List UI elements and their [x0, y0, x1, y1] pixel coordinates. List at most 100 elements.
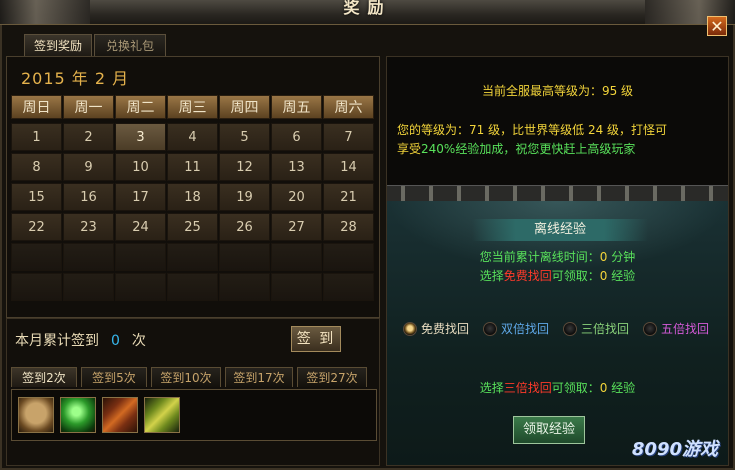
option-five[interactable]: 五倍找回	[643, 319, 709, 339]
calendar-day[interactable]: 20	[271, 183, 322, 211]
option-free[interactable]: 免费找回	[403, 319, 469, 339]
level-gap-value: 24	[587, 123, 604, 137]
site-watermark-logo: 8090游戏	[631, 439, 718, 460]
option-double[interactable]: 双倍找回	[483, 319, 549, 339]
weekday-header: 周二	[115, 95, 166, 119]
reward-tab-17[interactable]: 签到17次	[225, 367, 293, 387]
weekday-header: 周三	[167, 95, 218, 119]
player-level-prefix: 您的等级为：	[397, 123, 470, 137]
gold-token-icon[interactable]	[144, 397, 180, 433]
server-level-value: 95	[601, 84, 618, 98]
checkin-count: 0	[111, 333, 120, 349]
calendar-day[interactable]: 11	[167, 153, 218, 181]
calendar-empty-cell	[323, 273, 374, 301]
calendar-empty-cell	[167, 243, 218, 271]
calendar-day[interactable]: 17	[115, 183, 166, 211]
calendar-day[interactable]: 25	[167, 213, 218, 241]
calendar-day[interactable]: 3	[115, 123, 166, 151]
reward-tab-27[interactable]: 签到27次	[297, 367, 367, 387]
option-triple-label: 三倍找回	[581, 322, 630, 336]
triple-unit: 经验	[607, 381, 636, 395]
calendar-empty-cell	[63, 243, 114, 271]
radio-icon[interactable]	[643, 322, 657, 336]
server-level-text: 当前全服最高等级为：	[481, 84, 602, 98]
player-level-text: 您的等级为：71 级，比世界等级低 24 级，打怪可 享受240%经验加成，祝您更…	[397, 121, 718, 159]
option-double-label: 双倍找回	[501, 322, 550, 336]
reward-tab-10[interactable]: 签到10次	[151, 367, 221, 387]
server-max-level: 当前全服最高等级为：95 级	[387, 82, 728, 99]
calendar-empty-cell	[323, 243, 374, 271]
calendar-panel: 2015 年 2 月 周日 周一 周二 周三 周四 周五 周六 1 2 3 4 5 6 7 8 9 10 11 12…	[6, 56, 380, 318]
calendar-day[interactable]: 7	[323, 123, 374, 151]
calendar-day[interactable]: 5	[219, 123, 270, 151]
calendar-day[interactable]: 1	[11, 123, 62, 151]
radio-icon[interactable]	[563, 322, 577, 336]
calendar-empty-cell	[167, 273, 218, 301]
free-prefix: 选择	[479, 269, 504, 283]
calendar-empty-cell	[219, 273, 270, 301]
experience-panel: 当前全服最高等级为：95 级 您的等级为：71 级，比世界等级低 24 级，打怪…	[386, 56, 729, 466]
offline-time-unit: 分钟	[607, 250, 636, 264]
calendar-day[interactable]: 19	[219, 183, 270, 211]
calendar-day[interactable]: 18	[167, 183, 218, 211]
free-mid: 可领取：	[551, 269, 600, 283]
calendar-day[interactable]: 16	[63, 183, 114, 211]
calendar-empty-cell	[115, 273, 166, 301]
calendar-day[interactable]: 2	[63, 123, 114, 151]
offline-time-label: 您当前累计离线时间：	[479, 250, 600, 264]
calendar-day[interactable]: 21	[323, 183, 374, 211]
green-orb-icon[interactable]	[60, 397, 96, 433]
triple-prefix: 选择	[479, 381, 504, 395]
calendar-day[interactable]: 27	[271, 213, 322, 241]
option-five-label: 五倍找回	[661, 322, 710, 336]
calendar-day[interactable]: 10	[115, 153, 166, 181]
calendar-day[interactable]: 23	[63, 213, 114, 241]
bonus-prefix: 享受	[397, 142, 422, 156]
close-icon[interactable]: ✕	[707, 16, 727, 36]
offline-exp-title: 离线经验	[472, 219, 648, 241]
calendar-day[interactable]: 28	[323, 213, 374, 241]
calendar-day[interactable]: 14	[323, 153, 374, 181]
title-bar: 奖励	[0, 0, 735, 25]
free-word: 免费找回	[503, 269, 552, 283]
tab-redeem-gift[interactable]: 兑换礼包	[94, 34, 166, 56]
player-level-tail: 级，打怪可	[603, 123, 668, 137]
option-triple[interactable]: 三倍找回	[563, 319, 629, 339]
player-level-value: 71	[469, 123, 485, 137]
calendar-day[interactable]: 15	[11, 183, 62, 211]
claim-exp-button[interactable]: 领取经验	[513, 416, 585, 444]
reward-items-box	[11, 389, 377, 441]
triple-word: 三倍找回	[503, 381, 552, 395]
calendar-day[interactable]: 6	[271, 123, 322, 151]
calendar-day[interactable]: 8	[11, 153, 62, 181]
month-label: 2015 年 2 月	[21, 69, 130, 88]
treasure-chest-icon[interactable]	[18, 397, 54, 433]
calendar-day[interactable]: 9	[63, 153, 114, 181]
reward-tab-2[interactable]: 签到2次	[11, 367, 77, 387]
option-free-label: 免费找回	[421, 322, 470, 336]
calendar-day[interactable]: 24	[115, 213, 166, 241]
calendar-empty-cell	[11, 243, 62, 271]
calendar-empty-cell	[219, 243, 270, 271]
radio-selected-icon[interactable]	[403, 322, 417, 336]
radio-icon[interactable]	[483, 322, 497, 336]
calendar-day[interactable]: 26	[219, 213, 270, 241]
tab-checkin-rewards[interactable]: 签到奖励	[24, 34, 92, 56]
checkin-button[interactable]: 签 到	[291, 326, 341, 352]
calendar-empty-cell	[115, 243, 166, 271]
calendar-day[interactable]: 22	[11, 213, 62, 241]
checkin-label: 本月累计签到	[15, 333, 99, 349]
calendar-empty-cell	[271, 273, 322, 301]
checkin-panel: 本月累计签到 0 次 签 到 签到2次 签到5次 签到10次 签到17次 签到27次	[6, 318, 380, 466]
offline-exp-section: 离线经验 您当前累计离线时间：0 分钟 选择免费找回可领取：0 经验 免费找回 …	[387, 201, 728, 465]
checkin-unit: 次	[131, 333, 146, 349]
level-info: 当前全服最高等级为：95 级 您的等级为：71 级，比世界等级低 24 级，打怪…	[387, 57, 728, 185]
red-token-icon[interactable]	[102, 397, 138, 433]
reward-tab-5[interactable]: 签到5次	[81, 367, 147, 387]
weekday-header: 周一	[63, 95, 114, 119]
calendar-day[interactable]: 13	[271, 153, 322, 181]
calendar-empty-cell	[63, 273, 114, 301]
calendar-day[interactable]: 12	[219, 153, 270, 181]
bonus-suffix: 经验加成，祝您更快赶上高级玩家	[455, 142, 636, 156]
calendar-day[interactable]: 4	[167, 123, 218, 151]
